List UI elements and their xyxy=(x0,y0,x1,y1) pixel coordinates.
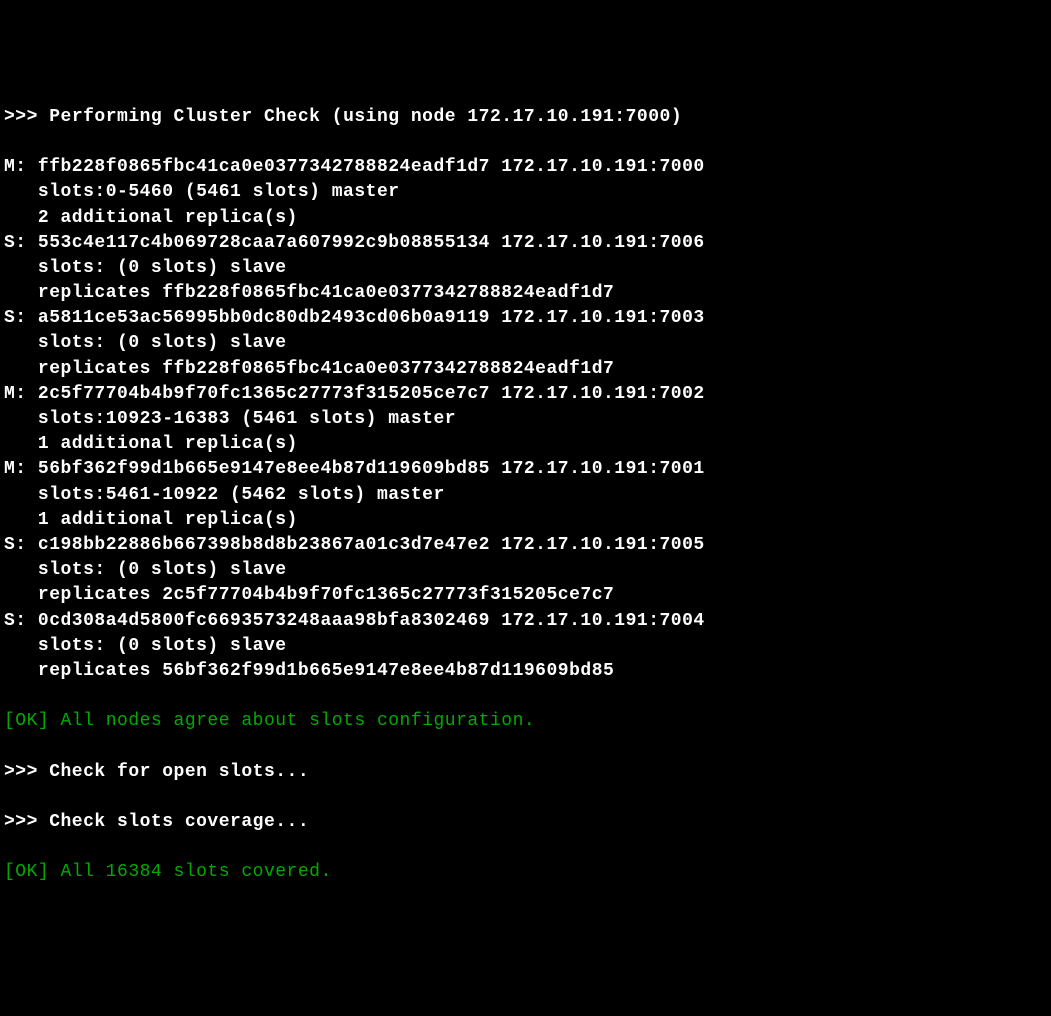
node-slots-line: slots: (0 slots) slave xyxy=(4,634,1047,659)
nodes-container: M: ffb228f0865fbc41ca0e0377342788824eadf… xyxy=(4,155,1047,684)
node-slots-line: slots: (0 slots) slave xyxy=(4,558,1047,583)
node-header-line: M: ffb228f0865fbc41ca0e0377342788824eadf… xyxy=(4,155,1047,180)
cluster-check-header: >>> Performing Cluster Check (using node… xyxy=(4,105,1047,130)
node-header-line: S: 553c4e117c4b069728caa7a607992c9b08855… xyxy=(4,231,1047,256)
check-open-slots: >>> Check for open slots... xyxy=(4,760,1047,785)
node-header-line: S: c198bb22886b667398b8d8b23867a01c3d7e4… xyxy=(4,533,1047,558)
node-slots-line: slots:0-5460 (5461 slots) master xyxy=(4,180,1047,205)
node-replicates-line: replicates 2c5f77704b4b9f70fc1365c27773f… xyxy=(4,583,1047,608)
node-slots-line: slots: (0 slots) slave xyxy=(4,331,1047,356)
node-header-line: M: 56bf362f99d1b665e9147e8ee4b87d119609b… xyxy=(4,457,1047,482)
node-replicates-line: replicates ffb228f0865fbc41ca0e037734278… xyxy=(4,281,1047,306)
node-replica-line: 2 additional replica(s) xyxy=(4,206,1047,231)
status-ok-slots-covered: [OK] All 16384 slots covered. xyxy=(4,860,1047,885)
node-slots-line: slots: (0 slots) slave xyxy=(4,256,1047,281)
node-replica-line: 1 additional replica(s) xyxy=(4,432,1047,457)
node-replica-line: 1 additional replica(s) xyxy=(4,508,1047,533)
node-header-line: M: 2c5f77704b4b9f70fc1365c27773f315205ce… xyxy=(4,382,1047,407)
node-slots-line: slots:10923-16383 (5461 slots) master xyxy=(4,407,1047,432)
node-slots-line: slots:5461-10922 (5462 slots) master xyxy=(4,483,1047,508)
node-replicates-line: replicates ffb228f0865fbc41ca0e037734278… xyxy=(4,357,1047,382)
status-ok-slots-config: [OK] All nodes agree about slots configu… xyxy=(4,709,1047,734)
node-header-line: S: a5811ce53ac56995bb0dc80db2493cd06b0a9… xyxy=(4,306,1047,331)
node-replicates-line: replicates 56bf362f99d1b665e9147e8ee4b87… xyxy=(4,659,1047,684)
node-header-line: S: 0cd308a4d5800fc6693573248aaa98bfa8302… xyxy=(4,609,1047,634)
check-slots-coverage: >>> Check slots coverage... xyxy=(4,810,1047,835)
